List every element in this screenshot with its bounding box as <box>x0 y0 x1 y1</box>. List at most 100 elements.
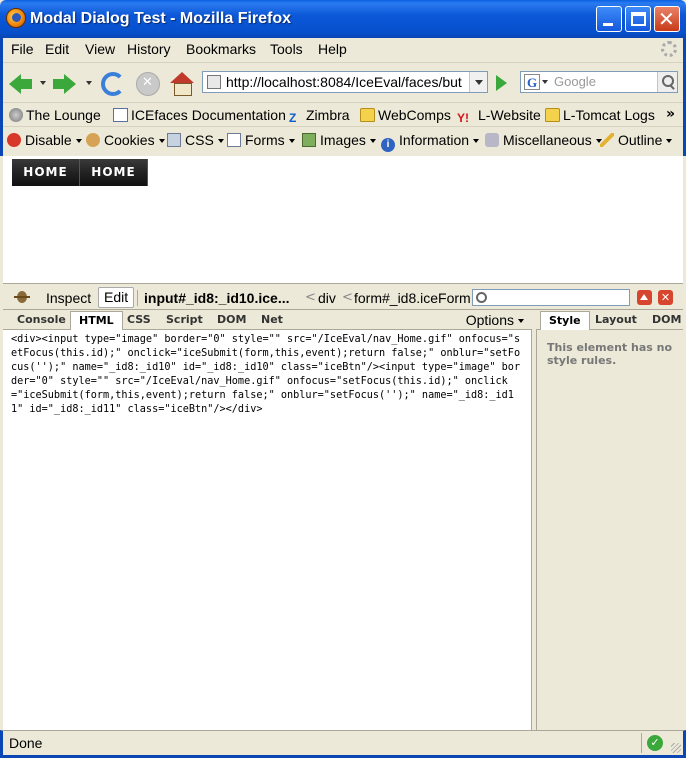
side-tab-layout[interactable]: Layout <box>587 311 645 330</box>
search-box[interactable]: G Google <box>520 71 678 93</box>
menu-bar: File Edit View History Bookmarks Tools H… <box>3 38 683 62</box>
back-history-dropdown-icon[interactable] <box>40 81 46 85</box>
menu-history[interactable]: History <box>127 41 171 57</box>
resize-grip-icon[interactable] <box>671 743 681 753</box>
side-tab-dom[interactable]: DOM <box>644 311 686 330</box>
forward-history-dropdown-icon[interactable] <box>86 81 92 85</box>
options-menu[interactable]: Options <box>466 312 524 328</box>
search-icon[interactable] <box>657 72 677 92</box>
minimize-button[interactable] <box>596 6 622 32</box>
status-divider <box>641 733 642 753</box>
chevron-down-icon <box>217 139 224 143</box>
home-nav-button[interactable]: HOME <box>12 159 80 186</box>
chevron-down-icon <box>666 139 673 143</box>
bookmark-label: WebComps <box>378 107 451 123</box>
bookmark-label: L-Website <box>478 107 541 123</box>
minimize-icon <box>603 23 613 26</box>
chevron-down-icon <box>75 139 82 143</box>
lounge-icon <box>9 108 23 122</box>
forward-arrow-icon[interactable] <box>53 72 77 96</box>
bookmark-l-website[interactable]: Y! L-Website <box>457 107 541 125</box>
breadcrumb-item-form[interactable]: form#_id8.iceForm <box>354 290 471 306</box>
webdev-disable-menu[interactable]: Disable <box>7 132 82 148</box>
firebug-icon[interactable] <box>12 289 32 305</box>
minimize-firebug-icon[interactable] <box>637 290 652 305</box>
close-firebug-icon[interactable]: ✕ <box>658 290 673 305</box>
webdev-label: Cookies <box>104 132 155 148</box>
home-nav-button[interactable]: HOME <box>80 159 148 186</box>
webdev-images-menu[interactable]: Images <box>302 132 376 148</box>
forms-icon <box>227 133 241 147</box>
stop-icon[interactable] <box>136 72 160 96</box>
tab-console[interactable]: Console <box>9 311 74 330</box>
activity-throbber-icon <box>661 41 677 57</box>
menu-edit[interactable]: Edit <box>45 41 69 57</box>
menu-bookmarks[interactable]: Bookmarks <box>186 41 256 57</box>
webdev-label: CSS <box>185 132 214 148</box>
webdev-label: Information <box>399 132 470 148</box>
webdev-label: Miscellaneous <box>503 132 592 148</box>
webdev-css-menu[interactable]: CSS <box>167 132 224 148</box>
search-engine-icon[interactable]: G <box>524 74 540 90</box>
firebug-search-input[interactable] <box>472 289 630 306</box>
tab-html[interactable]: HTML <box>70 311 123 330</box>
search-engine-dropdown-icon[interactable] <box>542 80 548 84</box>
search-input[interactable]: Google <box>554 74 596 89</box>
reload-icon[interactable] <box>101 72 125 96</box>
webdev-miscellaneous-menu[interactable]: Miscellaneous <box>485 132 602 148</box>
chevron-down-icon <box>518 319 524 323</box>
side-tab-style[interactable]: Style <box>540 311 590 330</box>
document-icon <box>113 108 128 122</box>
yahoo-icon: Y! <box>457 111 469 125</box>
bookmark-the-lounge[interactable]: The Lounge <box>9 107 101 123</box>
folder-icon <box>545 108 560 122</box>
bookmark-zimbra[interactable]: Z Zimbra <box>289 107 350 125</box>
status-bar: Done ✓ <box>0 730 686 758</box>
back-arrow-icon[interactable] <box>9 72 33 96</box>
page-favicon-icon <box>207 75 221 89</box>
tab-dom[interactable]: DOM <box>209 311 254 330</box>
webdev-outline-menu[interactable]: Outline <box>600 132 673 148</box>
images-icon <box>302 133 316 147</box>
tab-net[interactable]: Net <box>253 311 291 330</box>
webdev-cookies-menu[interactable]: Cookies <box>86 132 165 148</box>
ok-check-icon[interactable]: ✓ <box>647 735 663 751</box>
options-label: Options <box>465 312 514 328</box>
bookmark-webcomps[interactable]: WebComps <box>360 107 451 123</box>
bookmark-label: Zimbra <box>306 107 350 123</box>
webdev-information-menu[interactable]: i Information <box>381 132 480 152</box>
html-source-pane[interactable]: <div><input type="image" border="0" styl… <box>3 330 532 730</box>
bookmarks-overflow-chevron-icon[interactable]: » <box>666 106 675 122</box>
url-bar[interactable]: http://localhost:8084/IceEval/faces/but <box>202 71 488 93</box>
browser-chrome: File Edit View History Bookmarks Tools H… <box>0 38 686 156</box>
tab-script[interactable]: Script <box>158 311 211 330</box>
webdev-label: Images <box>320 132 366 148</box>
menu-help[interactable]: Help <box>318 41 347 57</box>
no-style-rules-message: This element has no style rules. <box>547 341 673 367</box>
close-button[interactable]: ✕ <box>654 6 680 32</box>
firebug-tabs: Console HTML CSS Script DOM Net Options <box>3 310 532 330</box>
toolbar-divider <box>137 290 138 306</box>
webdev-forms-menu[interactable]: Forms <box>227 132 295 148</box>
menu-tools[interactable]: Tools <box>270 41 303 57</box>
breadcrumb-separator: < <box>342 290 353 305</box>
breadcrumb-item-input[interactable]: input#_id8:_id10.ice... <box>144 290 290 306</box>
url-history-dropdown-icon[interactable] <box>469 72 487 92</box>
css-icon <box>167 133 181 147</box>
tab-css[interactable]: CSS <box>119 311 159 330</box>
breadcrumb-item-div[interactable]: div <box>318 290 336 306</box>
home-icon[interactable] <box>170 72 194 96</box>
menu-view[interactable]: View <box>85 41 115 57</box>
navigation-toolbar: http://localhost:8084/IceEval/faces/but … <box>3 62 683 102</box>
html-source-code[interactable]: <div><input type="image" border="0" styl… <box>11 333 523 417</box>
inspect-button[interactable]: Inspect <box>46 290 91 306</box>
maximize-button[interactable] <box>625 6 651 32</box>
webdev-label: Forms <box>245 132 285 148</box>
go-button-icon[interactable] <box>491 73 511 93</box>
disable-icon <box>7 133 21 147</box>
bookmark-l-tomcat-logs[interactable]: L-Tomcat Logs <box>545 107 655 123</box>
url-text[interactable]: http://localhost:8084/IceEval/faces/but <box>226 74 466 90</box>
menu-file[interactable]: File <box>11 41 34 57</box>
bookmark-icefaces-docs[interactable]: ICEfaces Documentation <box>113 107 286 123</box>
edit-button[interactable]: Edit <box>98 287 135 308</box>
